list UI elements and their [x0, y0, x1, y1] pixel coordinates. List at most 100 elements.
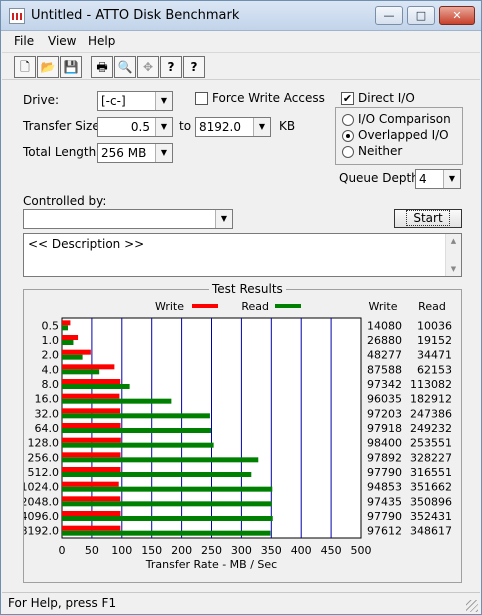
status-text: For Help, press F1: [8, 596, 117, 610]
neither-radio[interactable]: [342, 146, 354, 158]
toolbar: 🗋 📂 💾 🖶 🔍 ✥ ? ?: [2, 52, 480, 80]
read-value: 253551: [410, 437, 452, 450]
force-write-checkbox[interactable]: [195, 92, 208, 105]
transfer-size-from-select[interactable]: 0.5 ▼: [97, 117, 173, 137]
read-value: 34471: [417, 349, 452, 362]
read-value: 328227: [410, 451, 452, 464]
write-bar: [62, 437, 121, 443]
overlapped-io-label: Overlapped I/O: [358, 128, 449, 142]
queue-depth-select[interactable]: 4 ▼: [415, 169, 461, 189]
read-bar: [62, 325, 69, 331]
controlled-by-select[interactable]: ▼: [23, 209, 233, 229]
write-value: 97612: [367, 525, 402, 538]
y-tick-label: 2.0: [42, 349, 60, 362]
write-bar: [62, 335, 79, 340]
write-bar: [62, 379, 121, 384]
chevron-down-icon: ▼: [215, 210, 232, 228]
read-bar: [62, 369, 100, 375]
read-value: 352431: [410, 510, 452, 523]
write-value: 97790: [367, 510, 402, 523]
menu-file[interactable]: File: [14, 34, 34, 48]
x-tick-label: 350: [261, 544, 282, 557]
write-bar: [62, 496, 121, 502]
help-icon[interactable]: ?: [160, 56, 182, 78]
write-value: 97203: [367, 407, 402, 420]
x-tick-label: 250: [201, 544, 222, 557]
read-value: 351662: [410, 481, 452, 494]
menu-bar: File View Help: [2, 31, 480, 51]
window-title: Untitled - ATTO Disk Benchmark: [31, 8, 240, 23]
open-icon[interactable]: 📂: [37, 56, 59, 78]
y-tick-label: 4.0: [42, 363, 60, 376]
title-bar[interactable]: Untitled - ATTO Disk Benchmark — □ ✕: [1, 1, 481, 31]
column-header-read: Read: [418, 300, 446, 313]
y-tick-label: 16.0: [35, 393, 60, 406]
description-box[interactable]: << Description >> ▲ ▼: [23, 233, 462, 277]
read-bar: [62, 428, 212, 433]
scroll-up-icon[interactable]: ▲: [446, 234, 461, 248]
drive-select[interactable]: [-c-] ▼: [97, 91, 173, 111]
x-tick-label: 300: [231, 544, 252, 557]
print-icon[interactable]: 🖶: [91, 56, 113, 78]
start-button[interactable]: Start: [394, 209, 462, 228]
read-value: 249232: [410, 422, 452, 435]
save-icon[interactable]: 💾: [60, 56, 82, 78]
total-length-select[interactable]: 256 MB ▼: [97, 143, 173, 163]
read-value: 350896: [410, 495, 452, 508]
write-value: 26880: [367, 334, 402, 347]
read-bar: [62, 486, 273, 492]
y-tick-label: 64.0: [35, 422, 60, 435]
x-tick-label: 450: [321, 544, 342, 557]
close-button[interactable]: ✕: [439, 6, 475, 25]
results-chart: Write Read Write Read 0 50 100 150 200 250 300 350 4…: [24, 300, 452, 571]
kb-label: KB: [279, 119, 296, 133]
write-bar: [62, 349, 91, 355]
read-bar: [62, 398, 172, 404]
print-preview-icon[interactable]: 🔍: [114, 56, 136, 78]
move-icon[interactable]: ✥: [137, 56, 159, 78]
read-bar: [62, 472, 252, 477]
legend-write-swatch: [192, 304, 218, 308]
queue-depth-label: Queue Depth:: [339, 171, 423, 185]
y-tick-label: 0.5: [42, 319, 60, 332]
scroll-down-icon[interactable]: ▼: [446, 262, 461, 276]
transfer-size-to-select[interactable]: 8192.0 ▼: [195, 117, 271, 137]
write-value: 87588: [367, 363, 402, 376]
write-bar: [62, 525, 121, 531]
menu-help[interactable]: Help: [88, 34, 115, 48]
y-tick-label: 1024.0: [24, 481, 59, 494]
menu-view[interactable]: View: [48, 34, 76, 48]
write-value: 97342: [367, 378, 402, 391]
write-bar: [62, 481, 119, 487]
overlapped-io-radio[interactable]: [342, 130, 354, 142]
to-label: to: [179, 119, 192, 133]
new-icon[interactable]: 🗋: [14, 56, 36, 78]
read-bar: [62, 442, 214, 448]
context-help-icon[interactable]: ?: [183, 56, 205, 78]
x-tick-label: 50: [85, 544, 99, 557]
transfer-size-label: Transfer Size:: [23, 119, 104, 133]
minimize-button[interactable]: —: [375, 6, 403, 25]
write-value: 97790: [367, 466, 402, 479]
chevron-down-icon: ▼: [155, 118, 172, 136]
maximize-button[interactable]: □: [407, 6, 435, 25]
write-value: 96035: [367, 393, 402, 406]
x-tick-label: 500: [351, 544, 372, 557]
chevron-down-icon: ▼: [253, 118, 270, 136]
resize-grip-icon[interactable]: [466, 600, 478, 612]
x-tick-label: 400: [291, 544, 312, 557]
io-comparison-radio[interactable]: [342, 114, 354, 126]
legend-read-label: Read: [241, 300, 269, 313]
status-bar: For Help, press F1: [2, 592, 480, 614]
read-bar: [62, 413, 210, 419]
x-tick-label: 200: [171, 544, 192, 557]
write-value: 94853: [367, 481, 402, 494]
read-value: 62153: [417, 363, 452, 376]
y-tick-label: 8.0: [42, 378, 60, 391]
chevron-down-icon: ▼: [155, 144, 172, 162]
description-scrollbar[interactable]: ▲ ▼: [445, 234, 461, 276]
write-bar: [62, 511, 121, 516]
direct-io-checkbox[interactable]: ✔: [341, 92, 354, 105]
y-tick-label: 2048.0: [24, 495, 59, 508]
y-tick-label: 512.0: [28, 466, 60, 479]
